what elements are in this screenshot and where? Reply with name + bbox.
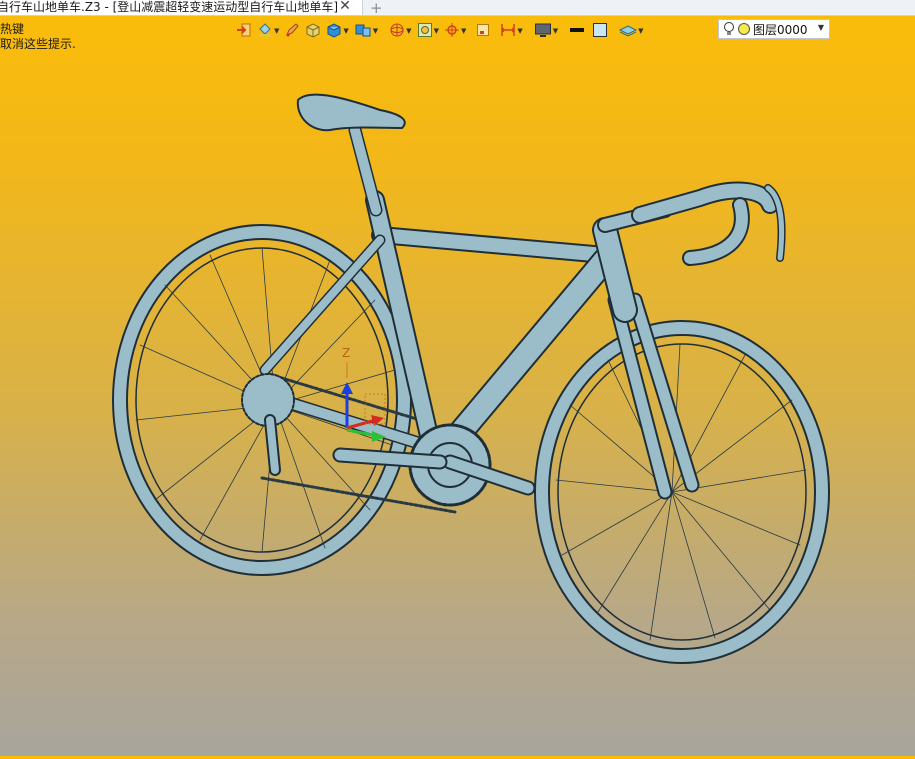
snap-button[interactable]: ▼ xyxy=(444,19,466,41)
layer-color-icon xyxy=(738,23,750,35)
color-swatch-icon xyxy=(593,23,608,37)
image-button[interactable]: ▼ xyxy=(417,19,439,41)
handlebar xyxy=(597,181,786,266)
chevron-down-icon: ▼ xyxy=(372,27,379,35)
box-icon xyxy=(306,23,320,38)
dimension-button[interactable]: ▼ xyxy=(500,19,523,41)
layers-button[interactable]: ▼ xyxy=(619,19,644,41)
chevron-down-icon: ▼ xyxy=(274,27,280,35)
3d-viewport[interactable]: Z xyxy=(0,40,915,756)
paint-bucket-icon xyxy=(259,23,271,37)
monitor-icon xyxy=(534,23,551,37)
layers-icon xyxy=(619,25,638,37)
close-tab-icon[interactable]: ✕ xyxy=(338,0,352,14)
solid-cube-icon xyxy=(327,23,341,38)
hint-hotkeys-label: 热键 xyxy=(0,22,25,36)
chevron-down-icon: ▼ xyxy=(638,27,644,35)
lightbulb-icon xyxy=(724,22,734,35)
view-toolbar: ▼ ▼ ▼ ▼ ▼ ▼ ▼ ▼ ▼ xyxy=(236,19,649,41)
chevron-down-icon: ▼ xyxy=(406,27,412,35)
image-frame-icon xyxy=(417,23,432,37)
chevron-down-icon: ▼ xyxy=(517,27,523,35)
sphere-grid-icon xyxy=(390,23,404,37)
sketch-button[interactable] xyxy=(284,19,300,41)
chevron-down-icon: ▼ xyxy=(343,27,349,35)
split-cube-icon xyxy=(355,24,371,37)
z-axis-label: Z xyxy=(342,346,350,360)
pencil-icon xyxy=(286,23,300,37)
front-wheel xyxy=(534,320,830,664)
import-icon xyxy=(237,23,251,37)
box-button[interactable] xyxy=(305,19,321,41)
new-tab-icon[interactable]: + xyxy=(370,0,383,17)
sphere-button[interactable]: ▼ xyxy=(389,19,412,41)
frame-button[interactable] xyxy=(475,19,491,41)
saddle xyxy=(296,93,406,132)
color-button[interactable] xyxy=(592,19,608,41)
dimension-icon xyxy=(501,24,516,36)
chevron-down-icon: ▼ xyxy=(817,23,824,32)
split-button[interactable]: ▼ xyxy=(354,19,378,41)
document-tab[interactable]: 自行车山地单车.Z3 - [登山减震超轻变速运动型自行车山地单车] ✕ xyxy=(0,0,363,15)
rear-derailleur xyxy=(241,373,295,476)
chevron-down-icon: ▼ xyxy=(460,27,467,35)
snap-target-icon xyxy=(444,23,459,37)
display-button[interactable]: ▼ xyxy=(534,19,558,41)
layer-name: 图层0000 xyxy=(753,22,808,37)
chevron-down-icon: ▼ xyxy=(552,27,559,35)
line-style-button[interactable] xyxy=(569,19,585,41)
solid-button[interactable]: ▼ xyxy=(326,19,349,41)
paint-button[interactable]: ▼ xyxy=(257,19,279,41)
document-tab-title: 自行车山地单车.Z3 - [登山减震超轻变速运动型自行车山地单车] xyxy=(0,0,338,14)
document-tab-strip: 自行车山地单车.Z3 - [登山减震超轻变速运动型自行车山地单车] ✕ + xyxy=(0,0,915,17)
small-square-icon xyxy=(477,24,490,36)
layer-dropdown[interactable]: 图层0000 ▼ xyxy=(718,19,830,39)
bicycle-model[interactable]: Z xyxy=(0,40,915,756)
black-line-icon xyxy=(570,28,585,32)
import-button[interactable] xyxy=(236,19,252,41)
chevron-down-icon: ▼ xyxy=(433,27,439,35)
